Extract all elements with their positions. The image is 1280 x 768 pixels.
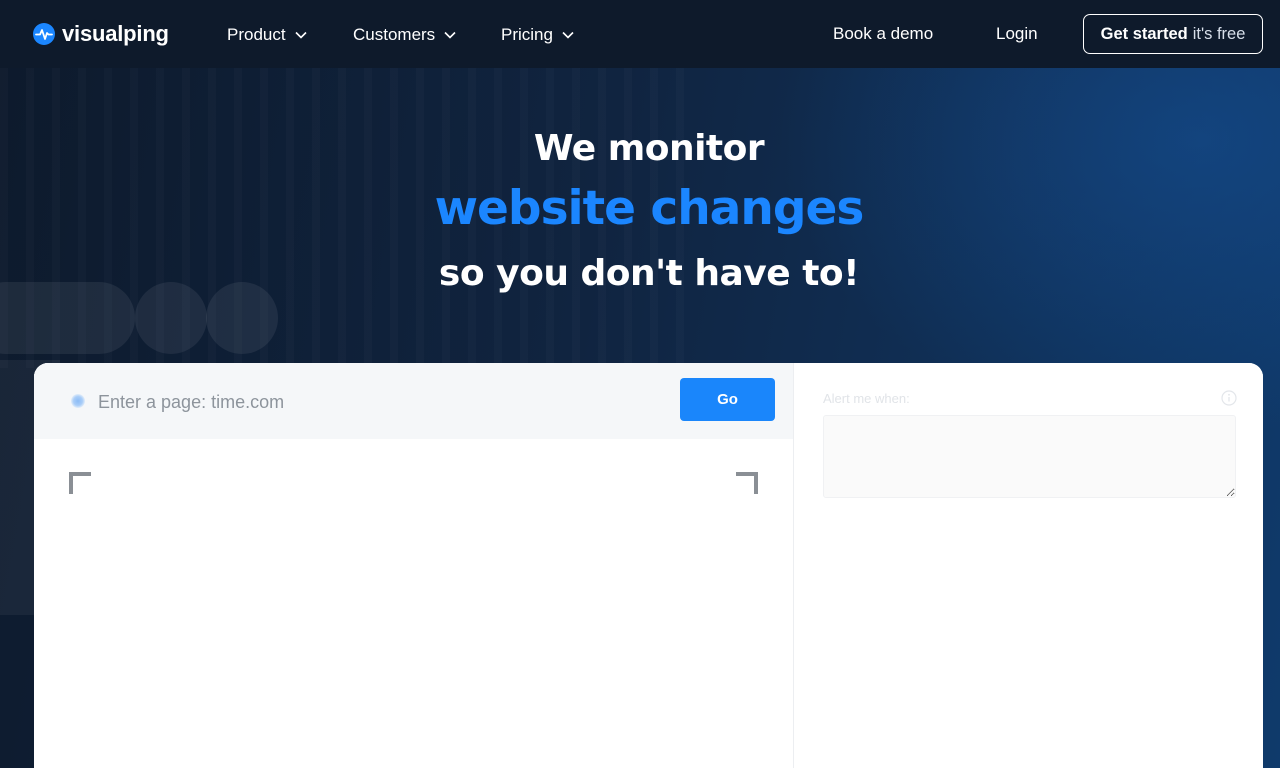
chevron-down-icon: [562, 31, 574, 39]
chevron-down-icon: [295, 31, 307, 39]
nav-menu-label: Product: [227, 25, 286, 44]
chevron-down-icon: [444, 31, 456, 39]
brand-name: visualping: [62, 21, 169, 46]
hero-heading-line1: We monitor: [533, 128, 765, 169]
preview-corner-top-left: [69, 472, 91, 494]
nav-menu-label: Customers: [353, 25, 436, 44]
nav-menu-product[interactable]: Product: [227, 24, 307, 46]
brand-logo[interactable]: visualping: [33, 21, 169, 46]
book-demo-link[interactable]: Book a demo: [833, 24, 933, 44]
preview-corner-top-right: [736, 472, 758, 494]
nav-menu-label: Pricing: [501, 25, 553, 44]
monitor-setup-card: Go Alert me when:: [34, 363, 1263, 768]
nav-menu-pricing[interactable]: Pricing: [501, 24, 574, 46]
alert-condition-textarea[interactable]: [823, 415, 1236, 498]
login-link[interactable]: Login: [996, 24, 1038, 44]
cta-light-label: it's free: [1192, 24, 1246, 43]
url-input-bar: Go: [34, 363, 793, 439]
status-dot-icon: [71, 394, 85, 408]
top-navbar: visualping Product Customers Pricing Boo…: [0, 0, 1280, 68]
hero-heading-line3: so you don't have to!: [438, 253, 860, 294]
cta-strong-label: Get started: [1100, 24, 1188, 43]
hero-heading-highlight: website changes: [434, 181, 865, 236]
pulse-heartbeat-icon: [33, 23, 55, 45]
url-input[interactable]: [98, 387, 668, 417]
page-preview-pane: Go: [34, 363, 793, 768]
go-button[interactable]: Go: [680, 378, 775, 421]
alert-me-when-label: Alert me when:: [823, 391, 910, 406]
get-started-button[interactable]: Get started it's free: [1083, 14, 1263, 54]
nav-menu-customers[interactable]: Customers: [353, 24, 456, 46]
alert-settings-pane: Alert me when:: [794, 363, 1263, 768]
info-circle-icon[interactable]: [1221, 390, 1237, 406]
